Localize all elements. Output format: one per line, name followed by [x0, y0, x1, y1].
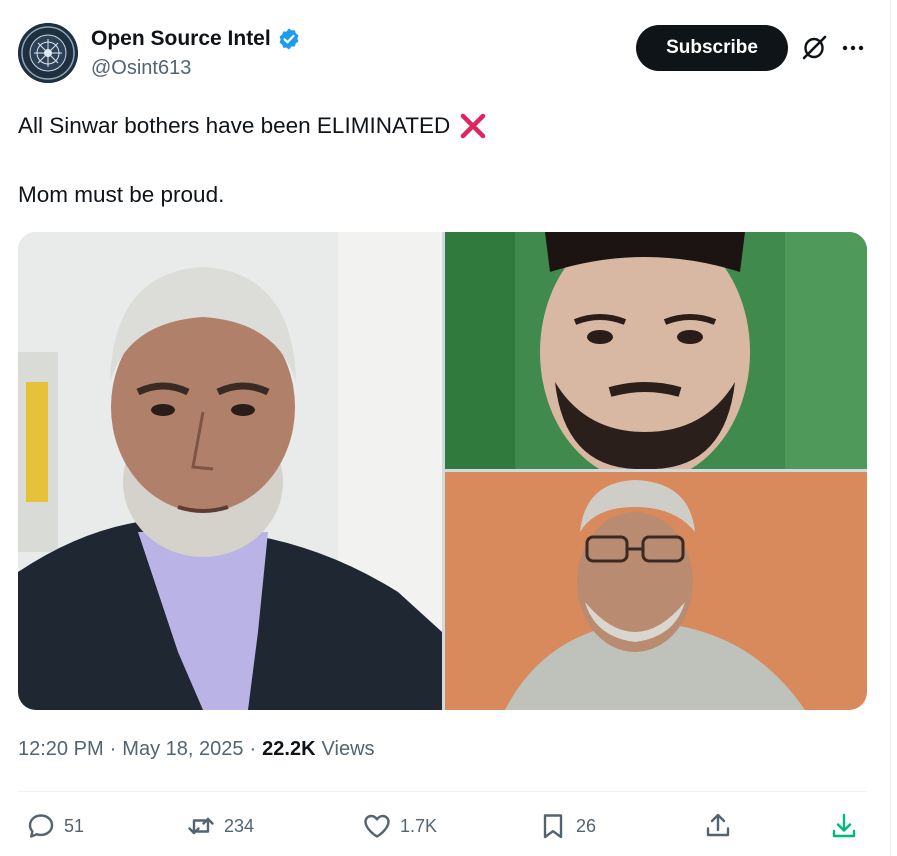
photo-portrait-2	[445, 232, 867, 469]
author-display-name[interactable]: Open Source Intel	[91, 27, 271, 51]
views-count: 22.2K	[262, 738, 316, 760]
verified-badge-icon	[279, 28, 299, 50]
reply-button[interactable]: 51	[26, 811, 84, 841]
reply-count: 51	[64, 815, 85, 836]
download-icon	[832, 813, 856, 838]
bookmark-icon	[543, 814, 563, 839]
media-photo-2[interactable]	[445, 232, 867, 469]
tweet-text-line-1: All Sinwar bothers have been ELIMINATED	[18, 111, 488, 141]
tweet-text: All Sinwar bothers have been ELIMINATED	[18, 113, 451, 138]
meta-separator: ·	[109, 738, 117, 760]
tweet-date[interactable]: May 18, 2025	[122, 738, 243, 761]
bookmark-count: 26	[576, 815, 597, 836]
media-photo-3[interactable]	[445, 472, 867, 710]
repost-button[interactable]: 234	[186, 811, 254, 841]
share-button[interactable]	[703, 811, 733, 841]
media-grid[interactable]	[18, 232, 867, 710]
share-icon	[706, 813, 730, 837]
heart-icon	[364, 814, 390, 838]
photo-portrait-1	[18, 232, 442, 710]
author-handle[interactable]: @Osint613	[91, 57, 191, 80]
more-options-icon[interactable]	[838, 34, 868, 62]
author-name-row[interactable]: Open Source Intel	[91, 27, 301, 51]
reply-icon	[28, 814, 54, 838]
meta-separator: ·	[249, 738, 257, 760]
cross-mark-icon	[461, 113, 486, 139]
divider	[18, 791, 867, 792]
subscribe-button[interactable]: Subscribe	[636, 25, 788, 71]
media-photo-1[interactable]	[18, 232, 442, 710]
avatar[interactable]	[18, 23, 78, 83]
grok-icon[interactable]	[800, 34, 828, 62]
avatar-seal-icon	[18, 23, 78, 83]
tweet-text-line-2: Mom must be proud.	[18, 182, 225, 207]
photo-portrait-3	[445, 472, 867, 710]
repost-icon	[188, 817, 214, 835]
bookmark-button[interactable]: 26	[538, 811, 596, 841]
tweet-time[interactable]: 12:20 PM	[18, 738, 104, 761]
like-count: 1.7K	[400, 815, 438, 836]
views-label: Views	[321, 738, 375, 760]
column-border	[890, 0, 891, 856]
download-button[interactable]	[829, 811, 859, 841]
tweet-meta: 12:20 PM · May 18, 2025 · 22.2K Views	[18, 738, 375, 761]
like-button[interactable]: 1.7K	[362, 811, 437, 841]
repost-count: 234	[224, 815, 255, 836]
